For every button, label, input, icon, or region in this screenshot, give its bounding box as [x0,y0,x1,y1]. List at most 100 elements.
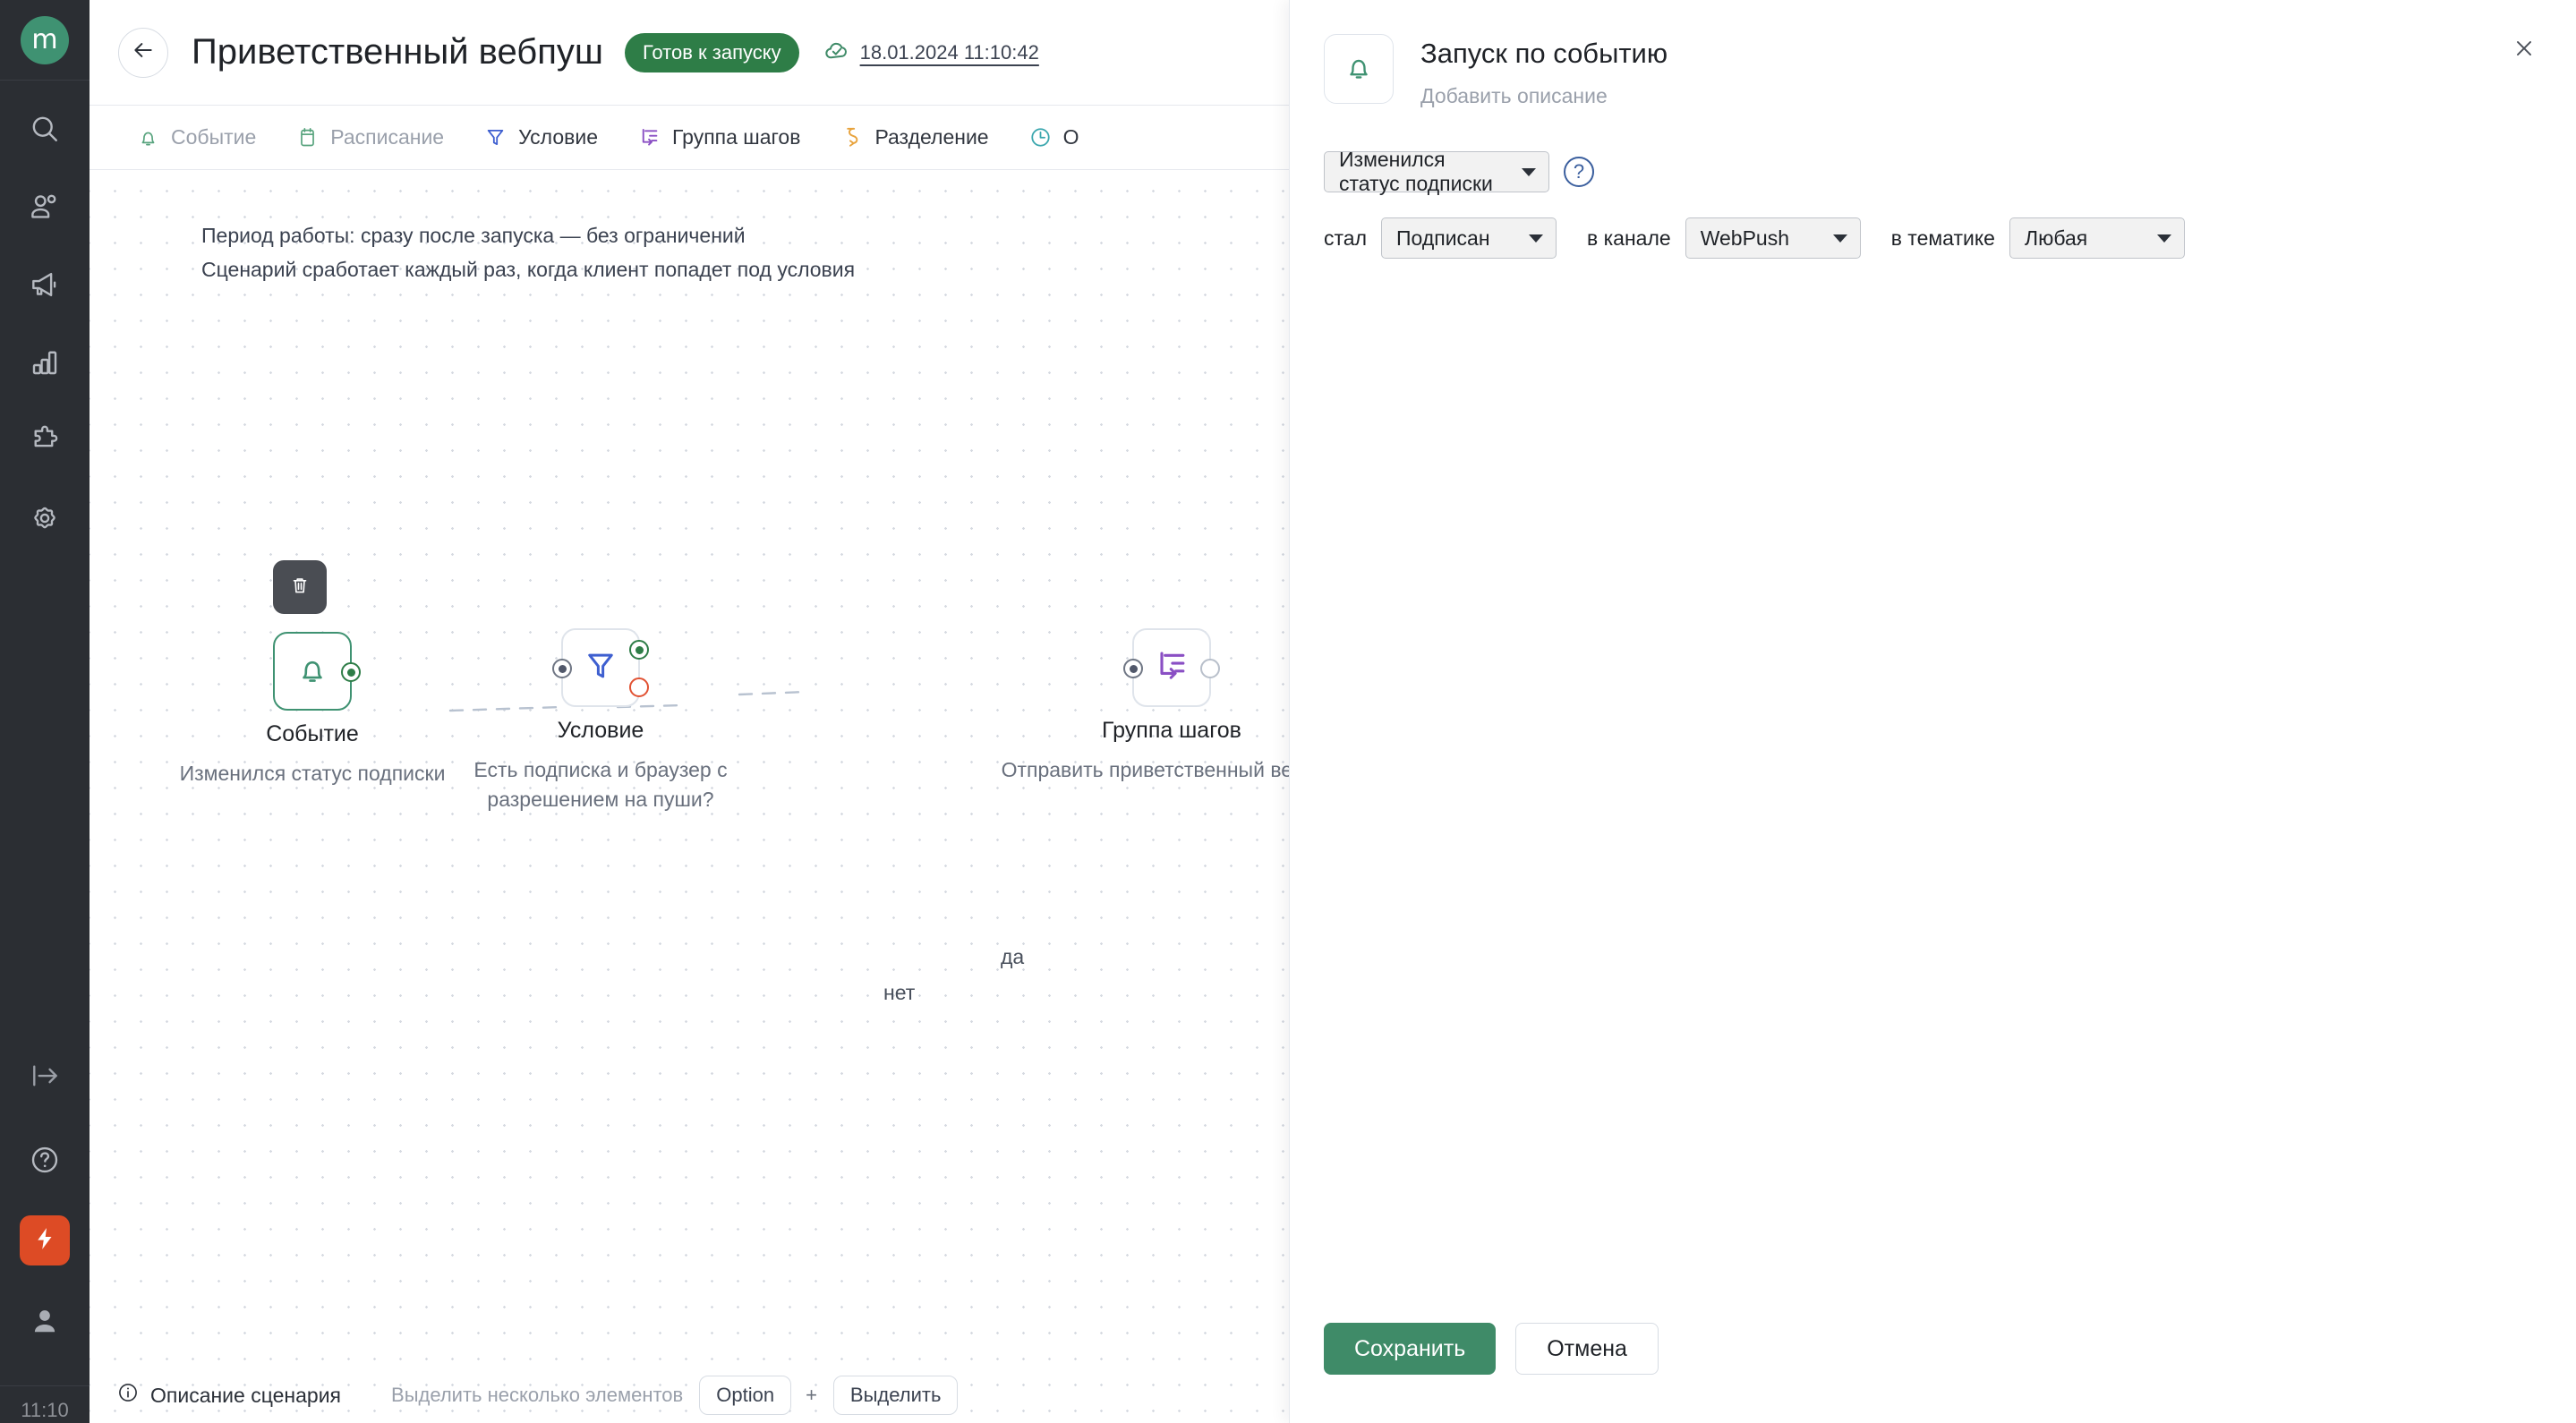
quick-actions-button[interactable] [20,1215,70,1265]
palette-item-event[interactable]: Событие [116,125,276,149]
palette-item-steps-group[interactable]: Группа шагов [618,125,820,149]
save-button[interactable]: Сохранить [1324,1323,1497,1375]
panel-header: Запуск по событию Добавить описание [1290,0,2576,108]
label-became: стал [1324,226,1367,250]
sidebar-item-contacts[interactable] [16,178,73,235]
sidebar-item-settings[interactable] [16,490,73,547]
cancel-button[interactable]: Отмена [1515,1323,1659,1375]
palette-item-label: Событие [171,125,257,149]
sidebar-item-campaigns[interactable] [16,256,73,313]
palette-item-schedule[interactable]: Расписание [276,125,464,149]
node-input-port[interactable] [1123,659,1143,678]
node-box[interactable] [1123,628,1220,707]
user-icon [29,1305,61,1337]
trash-icon [288,574,311,601]
node-input-port[interactable] [552,659,572,678]
palette-item-split[interactable]: Разделение [820,125,1008,149]
scenario-description-label: Описание сценария [150,1383,342,1407]
scenario-description-button[interactable]: Описание сценария [116,1381,341,1410]
bolt-icon [31,1225,58,1257]
palette-item-wait[interactable]: О [1009,125,1099,149]
channel-select[interactable]: WebPush [1685,217,1861,259]
label-channel: в канале [1587,226,1671,250]
cloud-check-icon [823,36,851,69]
panel-close-button[interactable] [2506,32,2542,68]
sidebar-item-integrations[interactable] [16,412,73,469]
topic-select[interactable]: Любая [2009,217,2185,259]
logo-area: m [0,0,90,81]
node-title: Событие [266,721,359,746]
palette-item-label: Условие [518,125,598,149]
trigger-type-select[interactable]: Изменился статус подписки [1324,148,1549,195]
subscription-status-select[interactable]: Подписан [1381,217,1557,259]
chevron-down-icon [2156,234,2171,243]
split-icon [840,125,864,149]
clock-icon [1028,125,1053,149]
app-logo[interactable]: m [21,15,69,64]
bell-icon [294,651,331,693]
user-profile-button[interactable] [16,1292,73,1350]
steps-group-icon [637,125,661,149]
label-topic: в тематике [1890,226,1995,250]
flow-node-steps-group[interactable]: Группа шагов Отправить приветственный ве… [1002,628,1342,781]
edge-label-no: нет [883,981,916,1004]
help-icon [28,1143,62,1177]
node-box[interactable] [552,628,649,707]
close-icon [2512,37,2536,64]
subscription-status-value: Подписан [1396,226,1490,250]
filter-icon [483,125,508,149]
trigger-conditions-row: стал Подписан в канале WebPush в тематик… [1324,217,2537,259]
node-output-port[interactable] [1200,659,1220,678]
panel-footer: Сохранить Отмена [1324,1323,1659,1375]
panel-header-text: Запуск по событию Добавить описание [1420,34,1668,108]
campaigns-icon [28,268,62,302]
key-chip-option: Option [699,1376,792,1415]
page-title: Приветственный вебпуш [192,32,603,72]
left-nav-rail: m 11:10 [0,0,90,1423]
panel-body: Изменился статус подписки ? стал Подписа… [1290,108,2576,259]
node-output-port-no[interactable] [629,677,649,697]
trigger-help-icon[interactable]: ? [1564,157,1594,187]
flow-node-condition[interactable]: Условие Есть подписка и браузер с разреш… [473,628,728,811]
edge-label-yes: да [1001,945,1025,968]
palette-item-label: Расписание [330,125,445,149]
flow-node-event[interactable]: Событие Изменился статус подписки [180,560,445,785]
app-root: m 11:10 Приветственный вебпуш Готов к за… [0,0,2576,1423]
trigger-row: Изменился статус подписки ? [1324,148,2537,195]
sidebar-item-analytics[interactable] [16,334,73,391]
back-button[interactable] [118,27,168,78]
chevron-down-icon [1832,234,1847,243]
rail-bottom-actions [16,1047,73,1385]
key-chip-select: Выделить [832,1376,959,1415]
saved-indicator: 18.01.2024 11:10:42 [823,36,1039,69]
sidebar-collapse-button[interactable] [16,1047,73,1104]
node-subtitle: Есть подписка и браузер с разрешением на… [473,758,728,811]
node-title: Группа шагов [1102,718,1241,743]
trigger-settings-panel: Запуск по событию Добавить описание Изме… [1289,0,2576,1423]
palette-item-condition[interactable]: Условие [464,125,618,149]
rail-icon-list [16,81,73,567]
key-plus: + [806,1384,817,1406]
contacts-icon [28,190,62,224]
chevron-down-icon [1529,234,1543,243]
node-output-port-yes[interactable] [629,640,649,660]
node-output-port[interactable] [341,662,361,682]
panel-node-icon-box [1324,34,1394,104]
filter-icon [582,647,619,689]
calendar-icon [295,125,320,149]
palette-item-label: О [1062,125,1079,149]
panel-description-input[interactable]: Добавить описание [1420,84,1668,108]
status-badge[interactable]: Готов к запуску [624,32,799,72]
node-box[interactable] [273,632,361,711]
delete-node-button[interactable] [273,560,327,614]
multi-select-hint: Выделить несколько элементов [391,1384,684,1406]
bell-icon [136,125,160,149]
saved-timestamp[interactable]: 18.01.2024 11:10:42 [860,41,1039,64]
collapse-icon [28,1059,62,1093]
info-icon [116,1381,140,1410]
bell-icon [1342,50,1376,89]
chevron-down-icon [1522,167,1536,176]
node-title: Условие [557,718,644,743]
help-button[interactable] [16,1131,73,1189]
sidebar-item-search[interactable] [16,100,73,158]
